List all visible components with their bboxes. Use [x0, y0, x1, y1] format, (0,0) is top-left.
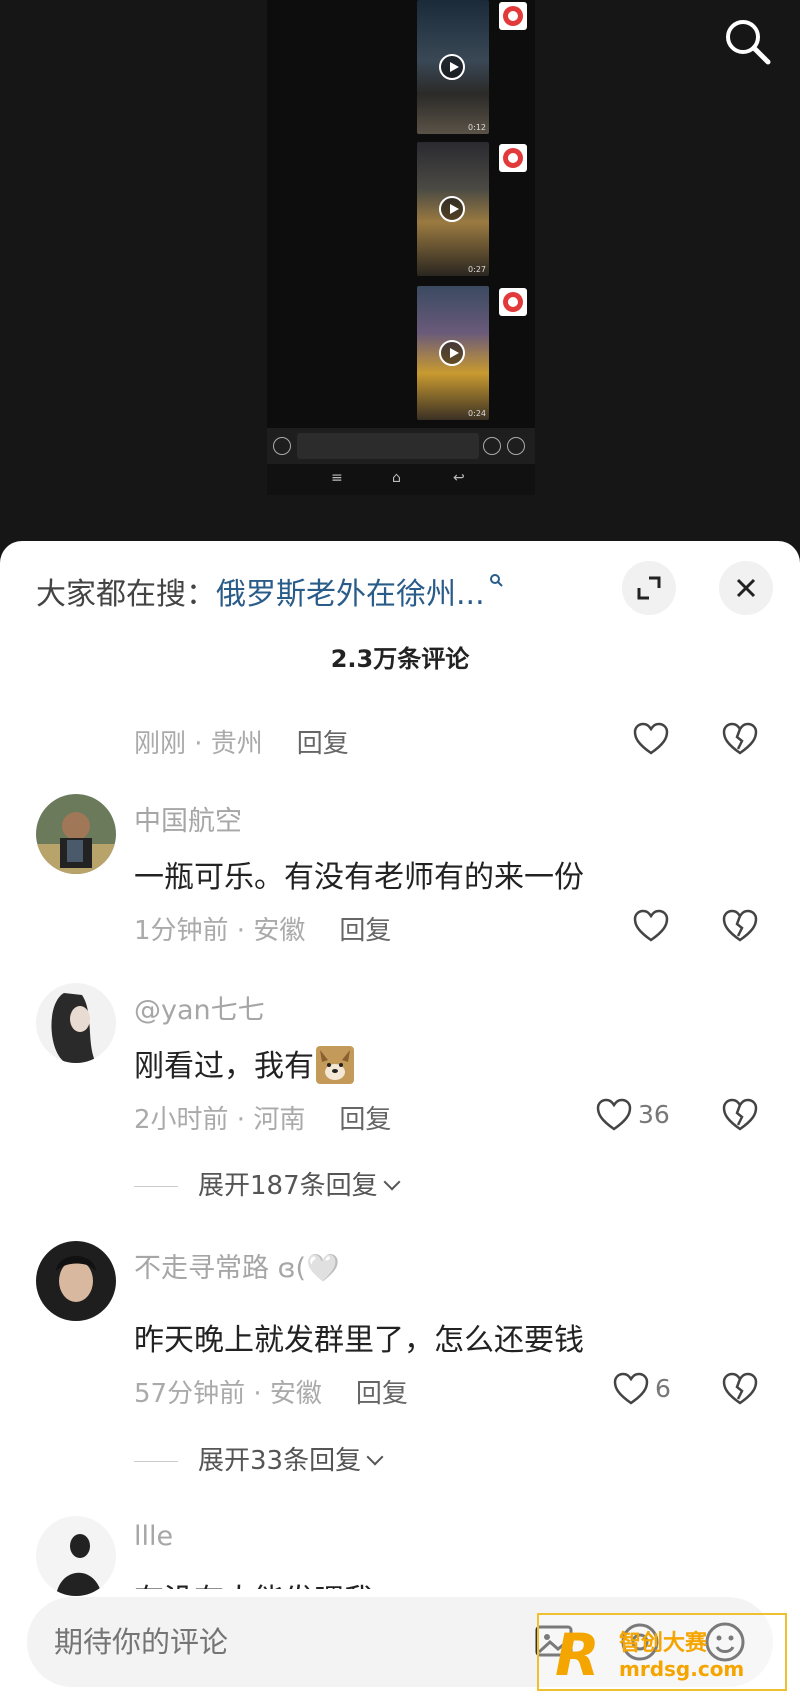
- avatar[interactable]: [36, 1241, 116, 1321]
- comment-time-location: 57分钟前 · 安徽: [134, 1379, 322, 1409]
- comment-time-location: 1分钟前 · 安徽: [134, 916, 306, 946]
- play-icon: [439, 340, 465, 366]
- reply-button[interactable]: 回复: [339, 916, 391, 946]
- chat-screenshot: 0:12 0:27 0:24 ≡ ⌂ ↩: [267, 0, 535, 495]
- sender-avatar: [499, 288, 527, 316]
- sender-avatar: [499, 2, 527, 30]
- close-button[interactable]: [719, 561, 773, 615]
- heart-icon[interactable]: [596, 1098, 632, 1132]
- comment-meta: 2小时前 · 河南 回复: [134, 1099, 391, 1136]
- comment-time-location: 刚刚 · 贵州: [134, 729, 263, 759]
- video-duration: 0:12: [468, 123, 486, 132]
- trending-query-link[interactable]: 俄罗斯老外在徐州...: [216, 577, 485, 612]
- comment-username[interactable]: 不走寻常路 ɞ(🤍: [134, 1246, 340, 1285]
- chat-input-box: [297, 433, 479, 459]
- broken-heart-icon[interactable]: [722, 1372, 758, 1406]
- expand-replies[interactable]: 展开33条回复: [134, 1440, 384, 1477]
- comment-text: 一瓶可乐。有没有老师有的来一份: [134, 860, 584, 895]
- expand-replies-label: 展开33条回复: [198, 1446, 362, 1476]
- comment-text-content: 刚看过，我有: [134, 1049, 314, 1084]
- reply-button[interactable]: 回复: [356, 1379, 408, 1409]
- video-duration: 0:27: [468, 265, 486, 274]
- back-icon: ↩: [453, 470, 465, 486]
- comment-meta: 刚刚 · 贵州 回复: [134, 723, 349, 760]
- chevron-down-icon: [366, 1448, 384, 1466]
- watermark-line2: mrdsg.com: [619, 1657, 745, 1681]
- video-thumbnail: 0:27: [417, 142, 489, 276]
- comment-username[interactable]: llle: [134, 1521, 173, 1552]
- voice-icon: [273, 437, 291, 455]
- watermark-brand: R: [555, 1621, 600, 1689]
- comment-clip: 有没有人能发嘿我一: [0, 1575, 800, 1589]
- expand-replies-label: 展开187条回复: [198, 1171, 378, 1201]
- menu-icon: ≡: [331, 470, 343, 486]
- comment-count: 2.3万条评论: [330, 645, 470, 673]
- chevron-down-icon: [383, 1173, 401, 1191]
- broken-heart-icon[interactable]: [722, 722, 758, 756]
- watermark-logo: R 智创大赛 mrdsg.com: [537, 1613, 787, 1691]
- expand-icon: [637, 576, 661, 600]
- expand-button[interactable]: [622, 561, 676, 615]
- chat-input-bar: [267, 428, 535, 464]
- close-icon: [736, 578, 756, 598]
- plus-icon: [507, 437, 525, 455]
- heart-icon[interactable]: [633, 909, 669, 943]
- broken-heart-icon[interactable]: [722, 909, 758, 943]
- system-nav-bar: ≡ ⌂ ↩: [267, 464, 535, 495]
- comment-text: 有没有人能发嘿我一: [134, 1575, 404, 1589]
- comment-text: 昨天晚上就发群里了，怎么还要钱: [134, 1323, 584, 1358]
- comment-meta: 1分钟前 · 安徽 回复: [134, 910, 391, 947]
- comments-sheet: 大家都在搜：俄罗斯老外在徐州... 2.3万条评论 刚刚 · 贵州 回复 中国航空…: [0, 541, 800, 1703]
- divider: [134, 1186, 178, 1187]
- comment-time-location: 2小时前 · 河南: [134, 1105, 306, 1135]
- trending-label: 大家都在搜：: [36, 577, 216, 612]
- trending-search[interactable]: 大家都在搜：俄罗斯老外在徐州...: [36, 569, 503, 613]
- emoji-icon: [483, 437, 501, 455]
- doge-emoji-icon: [316, 1046, 354, 1084]
- video-thumbnail: 0:12: [417, 0, 489, 134]
- avatar[interactable]: [36, 983, 116, 1063]
- comment-text: 刚看过，我有: [134, 1041, 354, 1085]
- broken-heart-icon[interactable]: [722, 1098, 758, 1132]
- play-icon: [439, 54, 465, 80]
- play-icon: [439, 196, 465, 222]
- video-duration: 0:24: [468, 409, 486, 418]
- comment-username[interactable]: @yan七七: [134, 988, 265, 1027]
- search-icon: [489, 574, 503, 587]
- home-icon: ⌂: [392, 470, 401, 486]
- search-icon[interactable]: [722, 16, 774, 68]
- watermark-line1: 智创大赛: [619, 1631, 708, 1656]
- comment-meta: 57分钟前 · 安徽 回复: [134, 1373, 408, 1410]
- video-thumbnail: 0:24: [417, 286, 489, 420]
- like-count: 6: [655, 1374, 671, 1403]
- heart-icon[interactable]: [613, 1372, 649, 1406]
- like-count: 36: [638, 1100, 670, 1129]
- comment-input[interactable]: [54, 1597, 514, 1687]
- comment-username[interactable]: 中国航空: [134, 799, 242, 838]
- video-player[interactable]: 0:12 0:27 0:24 ≡ ⌂ ↩: [0, 0, 800, 545]
- sender-avatar: [499, 144, 527, 172]
- reply-button[interactable]: 回复: [297, 729, 349, 759]
- avatar[interactable]: [36, 794, 116, 874]
- expand-replies[interactable]: 展开187条回复: [134, 1165, 401, 1202]
- reply-button[interactable]: 回复: [339, 1105, 391, 1135]
- divider: [134, 1461, 178, 1462]
- heart-icon[interactable]: [633, 722, 669, 756]
